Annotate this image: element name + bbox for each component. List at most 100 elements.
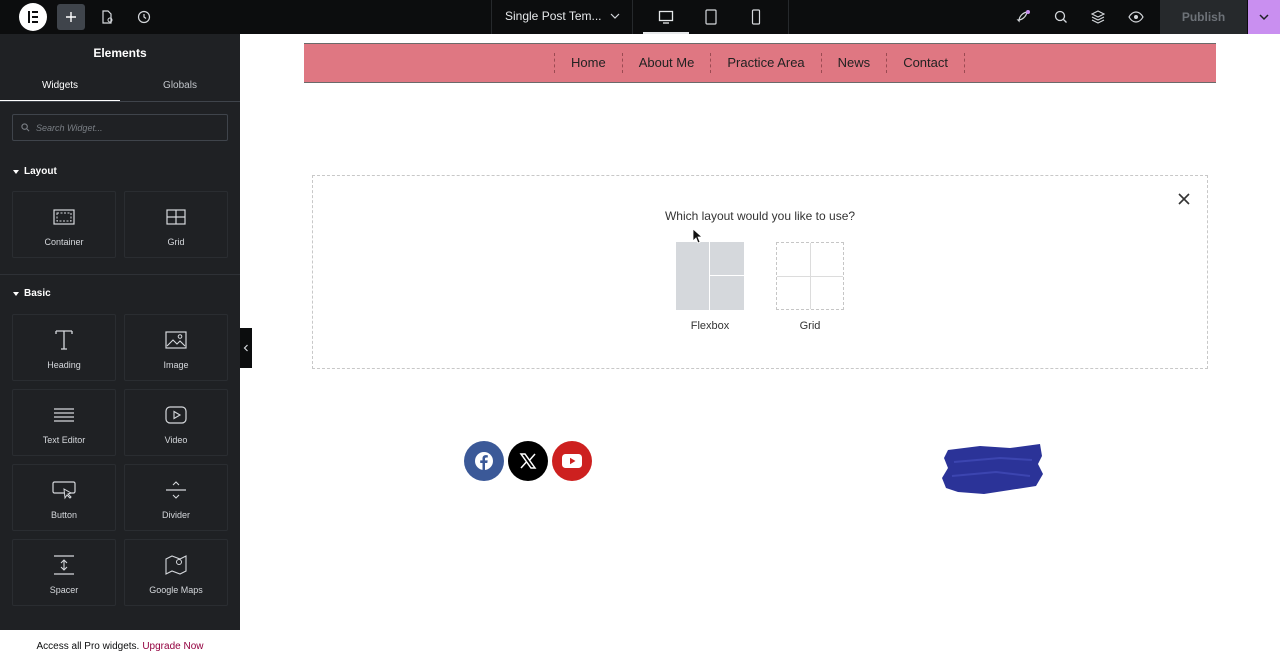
nav-link-news[interactable]: News <box>820 53 887 73</box>
widget-label: Google Maps <box>149 585 203 595</box>
search-icon <box>21 123 30 132</box>
upgrade-now-link[interactable]: Upgrade Now <box>142 641 203 652</box>
widget-text-editor[interactable]: Text Editor <box>12 389 116 456</box>
widget-search[interactable] <box>12 114 228 141</box>
panel-title: Elements <box>93 46 147 60</box>
close-layout-picker-button[interactable] <box>1175 190 1193 208</box>
layout-prompt: Which layout would you like to use? <box>664 209 856 223</box>
pro-text: Access all Pro widgets. <box>36 640 140 652</box>
widget-google-maps[interactable]: Google Maps <box>124 539 228 606</box>
tab-globals[interactable]: Globals <box>120 72 240 102</box>
search-widget-input[interactable] <box>36 122 216 133</box>
history-icon <box>137 10 151 24</box>
template-title[interactable]: Single Post Tem... <box>505 9 602 23</box>
brush-stroke-image <box>942 444 1043 494</box>
add-element-button[interactable] <box>57 4 85 30</box>
chevron-left-icon <box>243 344 248 352</box>
search-button[interactable] <box>1047 4 1075 30</box>
tablet-view-button[interactable] <box>696 4 726 30</box>
category-divider <box>0 274 240 275</box>
video-icon <box>165 406 187 424</box>
tablet-icon <box>705 9 717 25</box>
mobile-view-button[interactable] <box>741 4 771 30</box>
image-icon <box>165 331 187 349</box>
toolbar-divider <box>632 0 633 34</box>
x-link[interactable] <box>508 441 548 481</box>
widget-label: Heading <box>47 360 81 370</box>
toolbar-divider <box>788 0 789 34</box>
category-label: Layout <box>24 166 57 177</box>
rocket-icon <box>1016 10 1030 23</box>
widget-label: Button <box>50 510 78 520</box>
elementor-logo-icon[interactable] <box>19 3 47 31</box>
collapse-panel-button[interactable] <box>240 328 252 368</box>
widget-heading[interactable]: Heading <box>12 314 116 381</box>
desktop-icon <box>658 10 674 24</box>
text-editor-icon <box>54 408 74 422</box>
elements-panel: Elements Widgets Globals Layout Containe… <box>0 34 240 662</box>
structure-button[interactable] <box>1084 4 1112 30</box>
desktop-view-button[interactable] <box>643 4 689 34</box>
youtube-icon <box>562 454 582 468</box>
heading-icon <box>55 330 73 350</box>
widget-label: Container <box>44 237 84 247</box>
layout-option-grid[interactable]: Grid <box>776 242 844 332</box>
search-icon <box>1054 10 1067 23</box>
widget-spacer[interactable]: Spacer <box>12 539 116 606</box>
facebook-icon <box>475 452 493 470</box>
widget-grid[interactable]: Grid <box>124 191 228 258</box>
youtube-link[interactable] <box>552 441 592 481</box>
facebook-link[interactable] <box>464 441 504 481</box>
layout-picker: Which layout would you like to use? Flex… <box>312 175 1208 369</box>
site-navbar: Home About Me Practice Area News Contact <box>304 43 1216 83</box>
widget-label: Grid <box>167 237 185 247</box>
toolbar-divider <box>491 0 492 34</box>
container-icon <box>53 209 75 225</box>
history-button[interactable] <box>130 4 158 30</box>
pro-upgrade-bar: Access all Pro widgets. Upgrade Now <box>0 630 240 662</box>
grid-icon <box>166 209 186 225</box>
page-settings-button[interactable] <box>93 4 121 30</box>
widget-container[interactable]: Container <box>12 191 116 258</box>
mouse-cursor-icon <box>692 228 704 244</box>
category-label: Basic <box>24 288 51 299</box>
layout-option-flexbox[interactable]: Flexbox <box>676 242 744 332</box>
x-icon <box>519 453 537 469</box>
chevron-down-icon <box>1259 14 1269 21</box>
category-layout[interactable]: Layout <box>13 166 57 177</box>
widget-image[interactable]: Image <box>124 314 228 381</box>
widget-button[interactable]: Button <box>12 464 116 531</box>
layout-option-label: Flexbox <box>690 320 730 332</box>
whats-new-button[interactable] <box>1009 4 1037 30</box>
caret-down-icon <box>13 169 19 174</box>
layout-option-label: Grid <box>799 320 821 332</box>
nav-link-practice-area[interactable]: Practice Area <box>710 53 820 73</box>
chevron-down-icon[interactable] <box>609 9 621 23</box>
close-icon <box>1178 193 1190 205</box>
flexbox-layout-icon <box>676 242 744 310</box>
widget-divider[interactable]: Divider <box>124 464 228 531</box>
nav-link-contact[interactable]: Contact <box>886 53 965 73</box>
nav-link-home[interactable]: Home <box>554 53 622 73</box>
widget-label: Image <box>163 360 189 370</box>
grid-layout-icon <box>776 242 844 310</box>
preview-button[interactable] <box>1122 4 1150 30</box>
caret-down-icon <box>13 291 19 296</box>
map-icon <box>165 555 187 575</box>
widget-label: Spacer <box>49 585 79 595</box>
widget-video[interactable]: Video <box>124 389 228 456</box>
nav-menu: Home About Me Practice Area News Contact <box>554 44 965 82</box>
category-basic[interactable]: Basic <box>13 288 51 299</box>
tab-widgets[interactable]: Widgets <box>0 72 120 102</box>
nav-link-about[interactable]: About Me <box>621 53 711 73</box>
widget-label: Text Editor <box>42 435 86 445</box>
panel-tabs: Widgets Globals <box>0 72 240 102</box>
eye-icon <box>1128 11 1144 23</box>
button-icon <box>52 481 76 500</box>
publish-options-button[interactable] <box>1248 0 1280 34</box>
mobile-icon <box>751 9 761 25</box>
layers-icon <box>1091 10 1105 24</box>
publish-button[interactable]: Publish <box>1160 0 1247 34</box>
widget-label: Divider <box>161 510 190 520</box>
divider-icon <box>166 481 186 499</box>
